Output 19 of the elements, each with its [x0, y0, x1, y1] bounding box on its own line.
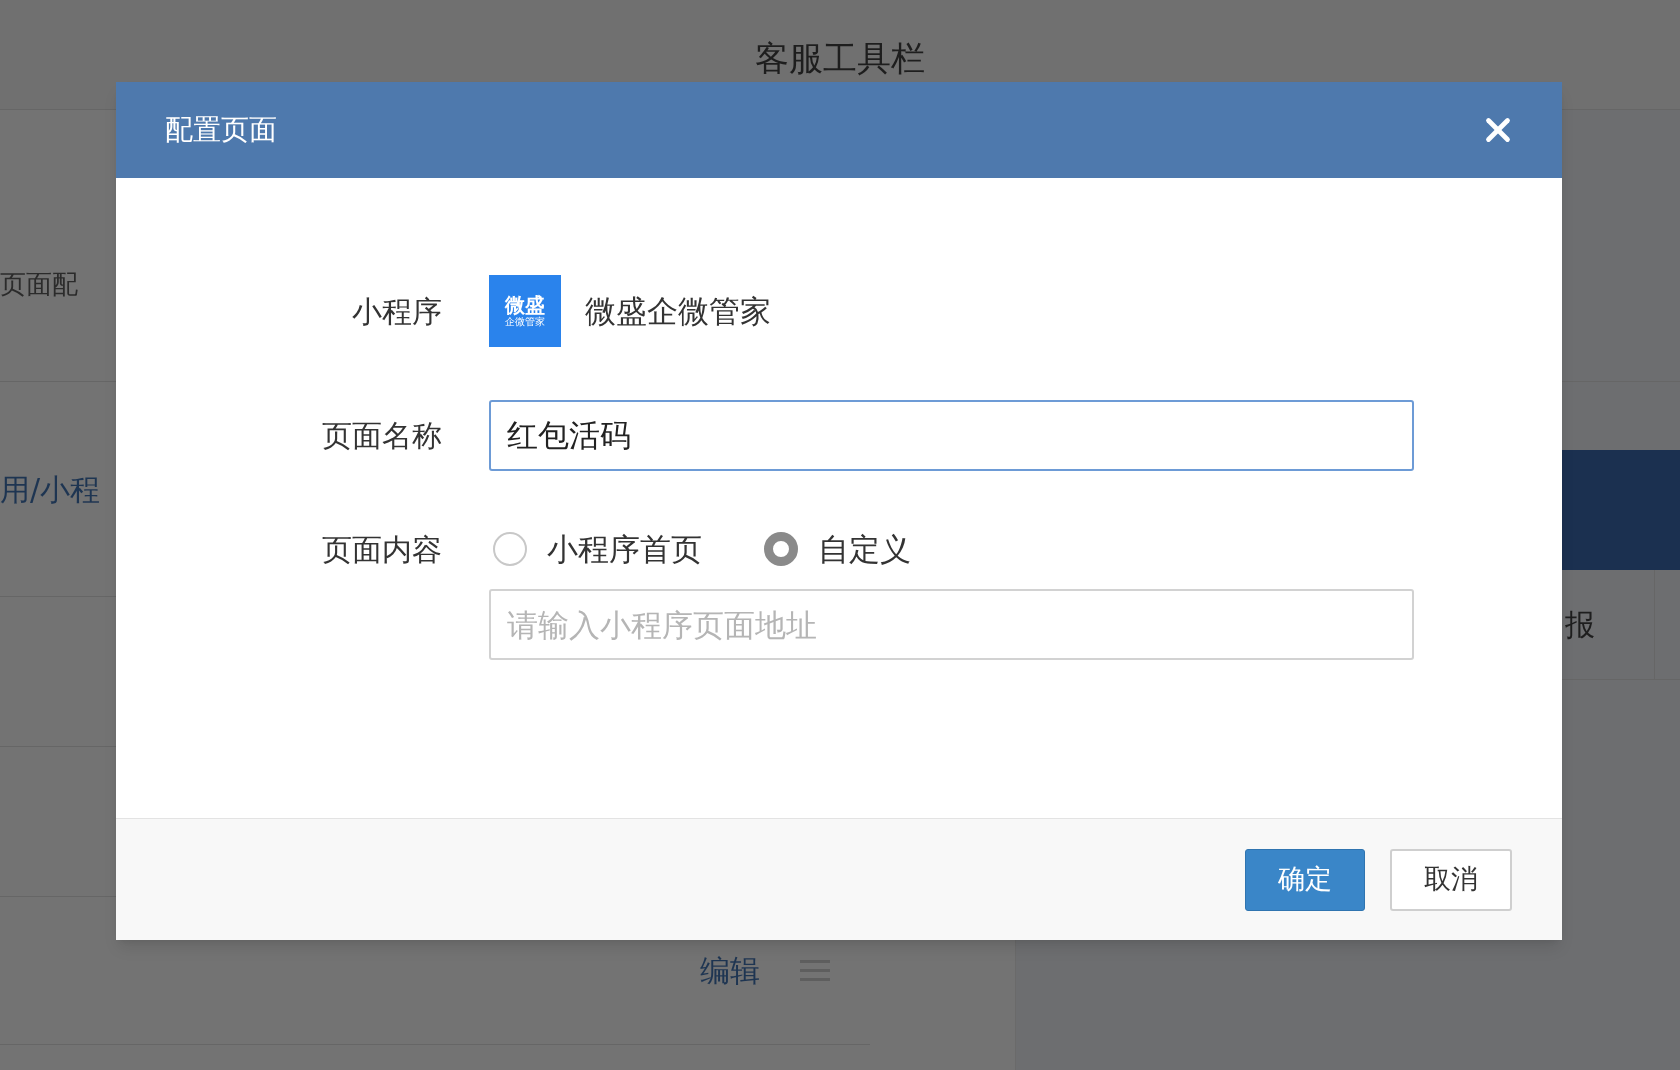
app-name: 微盛企微管家 — [585, 291, 771, 331]
page-title: 客服工具栏 — [755, 37, 925, 80]
breadcrumb-text: 用/小程 — [0, 470, 101, 509]
radio-button[interactable] — [764, 532, 798, 566]
logo-title: 微盛 — [505, 294, 545, 316]
field-label: 小程序 — [352, 292, 442, 331]
section-label: 页面配 — [0, 268, 78, 301]
confirm-button[interactable]: 确定 — [1245, 848, 1365, 911]
table-cell-text: 报 — [1565, 606, 1595, 644]
radio-label[interactable]: 小程序首页 — [547, 525, 702, 573]
logo-subtitle: 企微管家 — [505, 316, 545, 328]
field-label: 页面内容 — [322, 530, 442, 569]
page-name-input[interactable]: 红包活码 — [489, 400, 1414, 471]
page-address-input[interactable]: 请输入小程序页面地址 — [489, 589, 1414, 660]
radio-button[interactable] — [493, 532, 527, 566]
cancel-button[interactable]: 取消 — [1390, 848, 1512, 911]
radio-label[interactable]: 自定义 — [818, 525, 911, 573]
field-label: 页面名称 — [322, 417, 442, 455]
dialog-title: 配置页面 — [165, 112, 277, 148]
